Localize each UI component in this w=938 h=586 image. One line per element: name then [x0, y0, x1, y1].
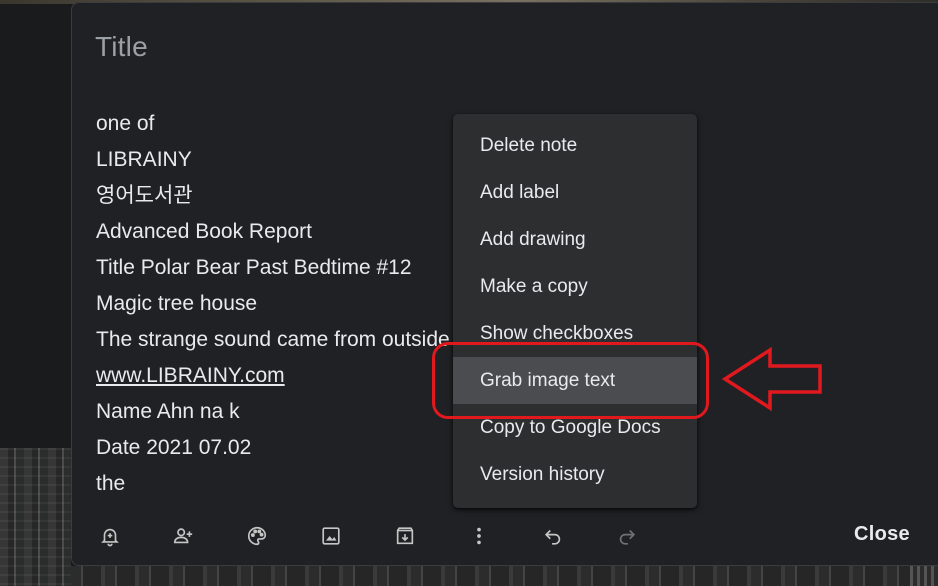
menu-item-delete-note[interactable]: Delete note: [453, 122, 697, 169]
note-line: Advanced Book Report: [96, 220, 312, 243]
more-vert-icon: [477, 527, 481, 545]
note-title-input[interactable]: Title: [95, 31, 148, 63]
bell-plus-icon: [101, 528, 119, 547]
archive-button[interactable]: [390, 521, 420, 551]
more-options-menu: Delete note Add label Add drawing Make a…: [453, 114, 697, 508]
image-icon: [322, 527, 340, 545]
note-line: LIBRAINY: [96, 148, 192, 171]
background-photo-left: [0, 448, 71, 586]
note-line: Title Polar Bear Past Bedtime #12: [96, 256, 412, 279]
note-line: one of: [96, 112, 155, 135]
background-photo-bottom: [71, 566, 938, 586]
palette-icon: [248, 526, 267, 546]
menu-item-add-label[interactable]: Add label: [453, 169, 697, 216]
menu-item-version-history[interactable]: Version history: [453, 451, 697, 498]
note-line: 영어도서관: [96, 184, 193, 207]
undo-button[interactable]: [538, 521, 568, 551]
menu-item-add-drawing[interactable]: Add drawing: [453, 216, 697, 263]
menu-item-make-copy[interactable]: Make a copy: [453, 263, 697, 310]
note-line: the: [96, 472, 126, 495]
note-line: Name Ahn na k: [96, 400, 240, 423]
annotation-arrow-icon: [721, 346, 822, 412]
background-options-button[interactable]: [242, 521, 272, 551]
annotation-highlight-box: [432, 342, 709, 419]
note-body[interactable]: one of LIBRAINY 영어도서관 Advanced Book Repo…: [96, 106, 456, 502]
redo-button[interactable]: [612, 521, 642, 551]
note-link[interactable]: www.LIBRAINY.com: [96, 358, 456, 394]
close-button[interactable]: Close: [854, 523, 910, 546]
note-line: Date 2021 07.02: [96, 436, 252, 459]
redo-icon: [619, 529, 636, 545]
note-line: The strange sound came from outside: [96, 328, 450, 351]
person-add-icon: [173, 528, 193, 544]
note-line: Magic tree house: [96, 292, 258, 315]
note-toolbar: Close: [72, 507, 938, 565]
collaborator-button[interactable]: [168, 521, 198, 551]
remind-me-button[interactable]: [95, 521, 125, 551]
more-button[interactable]: [464, 521, 494, 551]
archive-icon: [396, 527, 414, 545]
undo-icon: [544, 529, 561, 545]
add-image-button[interactable]: [316, 521, 346, 551]
